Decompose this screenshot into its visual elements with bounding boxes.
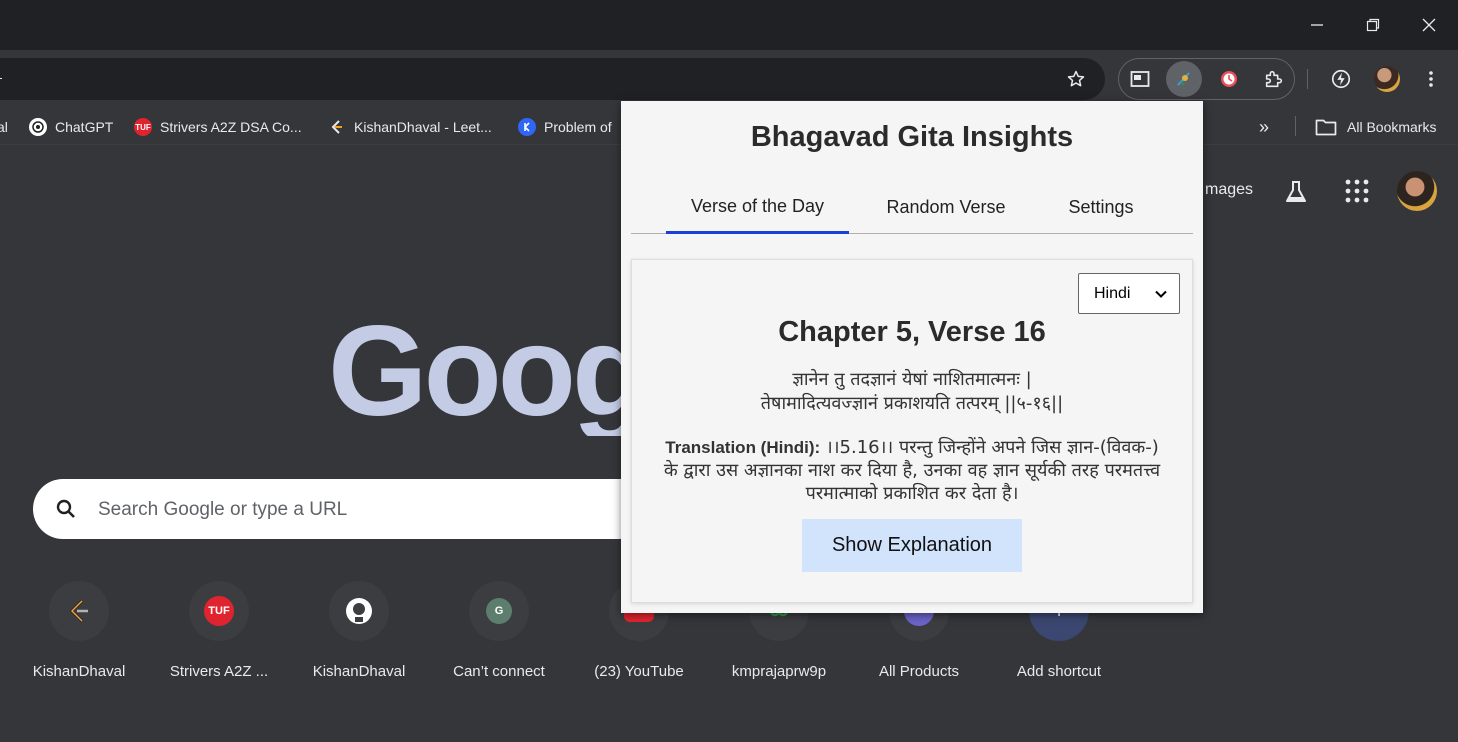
tab-verse-of-the-day[interactable]: Verse of the Day (666, 181, 849, 234)
bookmark-item[interactable]: al (0, 116, 8, 138)
timer-extension-button[interactable] (1211, 61, 1247, 97)
bookmark-problem[interactable]: Problem of (518, 116, 612, 138)
side-panel-button[interactable] (1122, 61, 1158, 97)
shortcut-label: Add shortcut (1016, 663, 1102, 680)
show-explanation-button[interactable]: Show Explanation (802, 519, 1022, 572)
restore-icon (1366, 18, 1380, 32)
leetcode-icon (328, 118, 346, 136)
shortcut-label: KishanDhaval (32, 663, 126, 680)
shortcut-label: KishanDhaval (312, 663, 406, 680)
language-select-value: Hindi (1094, 284, 1131, 302)
shortcut-tile[interactable]: KishanDhaval (9, 581, 149, 701)
verse-heading: Chapter 5, Verse 16 (778, 316, 1046, 348)
search-icon (56, 499, 75, 518)
sanskrit-line: ज्ञानेन तु तदज्ञानं येषां नाशितमात्मनः | (792, 369, 1032, 390)
search-box[interactable]: Search Google or type a URL (33, 479, 653, 539)
performance-button[interactable] (1323, 61, 1359, 97)
kebab-menu-icon (1429, 71, 1433, 87)
shortcut-label: kmprajaprw9p (731, 663, 827, 680)
close-button[interactable] (1400, 0, 1458, 50)
address-bar[interactable] (0, 58, 1105, 100)
images-link[interactable]: mages (1205, 181, 1253, 199)
sanskrit-verse: ज्ञानेन तु तदज्ञानं येषां नाशितमात्मनः |… (632, 368, 1192, 416)
shortcut-icon-circle (329, 581, 389, 641)
github-icon (346, 598, 372, 624)
gita-extension-button[interactable] (1166, 61, 1202, 97)
side-panel-icon (1130, 71, 1150, 87)
shortcut-label: Can’t connect (453, 663, 545, 680)
shortcut-tile[interactable]: KishanDhaval (289, 581, 429, 701)
gita-extension-popup: Bhagavad Gita Insights Verse of the Day … (621, 101, 1203, 613)
title-bar (0, 0, 1458, 50)
star-icon (1067, 70, 1085, 87)
chevron-down-icon (1155, 290, 1167, 298)
shortcut-label: (23) YouTube (594, 663, 684, 680)
gita-extension-icon (1177, 72, 1190, 86)
close-icon (1422, 18, 1436, 32)
language-select[interactable]: Hindi (1078, 273, 1180, 314)
google-logo: Google (328, 308, 622, 436)
shortcut-icon-circle: G (469, 581, 529, 641)
restore-button[interactable] (1344, 0, 1402, 50)
all-bookmarks-button[interactable]: All Bookmarks (1315, 116, 1436, 138)
toolbar-divider (1307, 69, 1308, 89)
verse-card: Hindi Chapter 5, Verse 16 ज्ञानेन तु तदज… (631, 259, 1193, 603)
tab-settings[interactable]: Settings (1055, 181, 1147, 233)
extensions-puzzle-icon (1265, 70, 1283, 88)
google-apps-icon[interactable] (1344, 178, 1370, 204)
bookmark-star-button[interactable] (1060, 63, 1092, 95)
labs-flask-icon[interactable] (1282, 178, 1310, 206)
popup-tabs: Verse of the Day Random Verse Settings (631, 181, 1193, 234)
tab-random-verse[interactable]: Random Verse (875, 181, 1017, 233)
translation-text: Translation (Hindi): ।।5.16।। परन्तु जिन… (662, 436, 1162, 505)
leetcode-icon (69, 599, 88, 623)
tuf-icon: TUF (134, 118, 152, 136)
translation-label: Translation (Hindi): (665, 438, 821, 457)
shortcut-label: All Products (878, 663, 960, 680)
bookmarks-divider (1295, 116, 1296, 136)
timer-extension-icon (1221, 71, 1237, 87)
tuf-icon: TUF (204, 596, 234, 626)
chrome-menu-button[interactable] (1413, 61, 1449, 97)
account-avatar[interactable] (1397, 171, 1437, 211)
sanskrit-line: तेषामादित्यवज्ज्ञानं प्रकाशयति तत्परम् |… (760, 393, 1064, 414)
chatgpt-icon (29, 118, 47, 136)
letter-g-icon: G (486, 598, 512, 624)
bookmark-chatgpt[interactable]: ChatGPT (29, 116, 113, 138)
codechef-icon (518, 118, 536, 136)
folder-icon (1315, 119, 1337, 136)
bookmark-leetcode[interactable]: KishanDhaval - Leet... (328, 116, 492, 138)
bookmarks-overflow-button[interactable]: » (1259, 116, 1269, 138)
minimize-icon (1311, 24, 1323, 26)
bookmark-strivers[interactable]: TUF Strivers A2Z DSA Co... (134, 116, 302, 138)
search-input[interactable]: Search Google or type a URL (98, 499, 347, 521)
popup-title: Bhagavad Gita Insights (750, 121, 1074, 153)
browser-toolbar (0, 50, 1458, 108)
shortcut-tile[interactable]: G Can’t connect (429, 581, 569, 701)
shortcut-tile[interactable]: TUF Strivers A2Z ... (149, 581, 289, 701)
address-caret (0, 78, 2, 79)
minimize-button[interactable] (1288, 0, 1346, 50)
performance-icon (1331, 69, 1351, 89)
extensions-button[interactable] (1256, 61, 1292, 97)
shortcut-label: Strivers A2Z ... (169, 663, 269, 680)
profile-avatar[interactable] (1374, 66, 1400, 92)
shortcut-icon-circle: TUF (189, 581, 249, 641)
shortcut-icon-circle (49, 581, 109, 641)
